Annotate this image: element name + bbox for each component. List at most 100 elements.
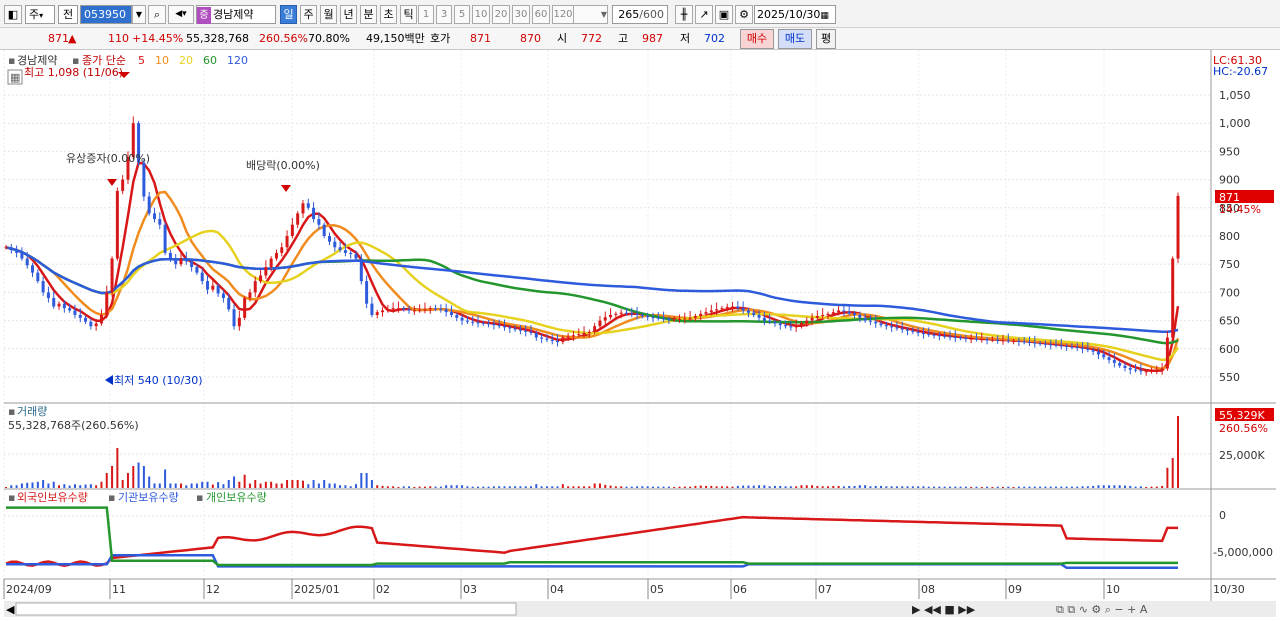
volume-bar [487,486,490,488]
candle-icon[interactable]: ╫ [675,5,693,24]
volume-bar [89,484,92,488]
hc-label: HC:-20.67 [1213,65,1268,78]
candle-body [105,292,109,315]
candle-body [312,207,316,220]
volume-bar [715,486,718,488]
candle-body [1049,344,1053,346]
chart-type-icon[interactable]: ◧ [4,5,22,24]
volume-bar [344,485,347,488]
code-input[interactable]: 053950 [80,5,132,24]
price-tick-label: 800 [1219,230,1240,243]
volume-bar [392,486,395,488]
holdings-ytick: -5,000,000 [1213,546,1273,559]
volume-bar [975,486,978,488]
volume-bar [673,487,676,488]
scroll-left-icon[interactable]: ◀ [6,603,15,616]
tool-icon[interactable]: ↗ [695,5,713,24]
volume-bar [376,485,379,488]
volume-bar [270,481,273,488]
volume-bar [1150,486,1153,488]
code-dropdown-icon[interactable]: ▼ [132,5,146,24]
number-button[interactable]: 1 [418,5,434,24]
volume-bar [705,485,708,488]
volume-bar [726,486,729,488]
volume-bar [1171,458,1174,488]
number-button[interactable]: 10 [472,5,490,24]
candle-body [492,323,496,326]
candle-body [921,333,925,335]
number-button[interactable]: 120 [552,5,574,24]
candle-body [598,320,602,327]
pct-tag: 14.45% [1219,203,1261,216]
candle-body [688,317,692,319]
candle-body [301,203,305,214]
search-icon[interactable]: ⌕ [148,5,166,24]
number-button[interactable]: 60 [532,5,550,24]
period-button[interactable]: 년 [340,5,357,24]
candle-body [296,213,300,225]
stock-name-field[interactable]: 증 경남제약 [196,5,276,24]
candle-body [693,316,697,318]
number-button[interactable]: 5 [454,5,470,24]
count-input[interactable]: 265/600 [612,5,668,24]
volume-bar [296,480,299,488]
volume-bar [42,480,45,488]
candle-body [964,338,968,340]
period-button[interactable]: 틱 [400,5,417,24]
volume-bar [450,485,453,488]
save-icon[interactable]: ▣ [715,5,733,24]
calendar-icon[interactable]: ▦ [820,11,829,21]
min-label: 최저 540 (10/30) [114,374,203,387]
playback-icons[interactable]: ▶ ◀◀ ■ ▶▶ [912,603,976,616]
candle-body [158,219,162,225]
price-tick-label: 750 [1219,258,1240,271]
volume-bar [26,482,29,488]
toolbar: ◧ 주▾ 전 053950 ▼ ⌕ ◀▾ 증 경남제약 ▼ 265/600 ╫ ↗… [0,0,1280,28]
speaker-icon[interactable]: ◀▾ [168,5,194,24]
volume-bar [307,484,310,488]
candle-body [20,252,24,259]
scroll-thumb[interactable] [15,602,517,616]
stock-badge: 증 [197,7,211,24]
period-select[interactable]: 전 [58,5,78,24]
amount-value: 49,150백만 [366,32,425,45]
number-button[interactable]: 30 [512,5,530,24]
volume-bar [758,485,761,488]
period-button[interactable]: 월 [320,5,337,24]
volume-bar [1023,486,1026,488]
number-button[interactable]: 20 [492,5,510,24]
candle-body [497,325,501,327]
volume-bar [233,476,236,488]
volume-bar [917,486,920,488]
volume-bar [577,486,580,488]
period-button[interactable]: 초 [380,5,397,24]
tool-icons[interactable]: ⧉ ⧉ ∿ ⚙ ⌕ − + A [1056,603,1148,616]
volume-bar [593,483,596,488]
gear-icon[interactable]: ⚙ [735,5,753,24]
number-button[interactable]: 3 [436,5,452,24]
chart-area[interactable]: 1,0501,000950900850800750700650600550 20… [0,50,1280,621]
candle-body [757,314,761,318]
type-select[interactable]: 주▾ [25,5,55,24]
eval-button[interactable]: 평 [816,29,836,49]
volume-bar [301,480,304,488]
candle-body [190,261,194,268]
volume-bar [503,486,506,488]
date-input[interactable]: 2025/10/30▦ [754,5,836,24]
candle-body [762,317,766,321]
volume-bar [222,484,225,488]
buy-button[interactable]: 매수 [740,29,774,49]
period-button[interactable]: 분 [360,5,377,24]
volume-bar [1161,485,1164,488]
unit-dropdown[interactable]: ▼ [572,5,608,24]
candle-body [1144,371,1148,373]
sell-button[interactable]: 매도 [778,29,812,49]
candle-body [534,333,538,338]
period-button[interactable]: 일 [280,5,297,24]
price-tick-label: 600 [1219,343,1240,356]
volume-bar [848,485,851,488]
volume-bar [73,484,76,488]
volume-bar [206,481,209,488]
candle-body [211,285,215,290]
period-button[interactable]: 주 [300,5,317,24]
